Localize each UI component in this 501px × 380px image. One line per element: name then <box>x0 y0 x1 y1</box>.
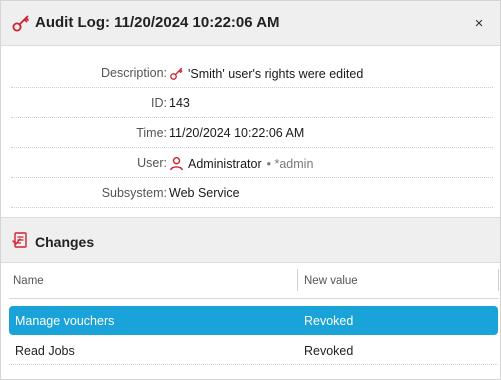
cell-new-value: Revoked <box>304 344 354 358</box>
detail-row-time: Time: 11/20/2024 10:22:06 AM <box>11 118 493 148</box>
user-login: • *admin <box>266 156 314 171</box>
changes-document-icon <box>12 232 27 248</box>
detail-row-user: User: Administrator • *admin <box>11 148 493 178</box>
detail-label: Description: <box>101 66 167 80</box>
detail-row-id: ID: 143 <box>11 88 493 118</box>
detail-value: 143 <box>169 96 190 110</box>
detail-label: User: <box>137 156 167 170</box>
user-icon <box>170 156 183 171</box>
detail-value: Administrator • *admin <box>169 156 313 171</box>
changes-title: Changes <box>35 234 95 250</box>
key-icon <box>12 15 29 32</box>
close-icon: × <box>474 14 484 32</box>
detail-row-description: Description: 'Smith' user's rights were … <box>11 58 493 88</box>
title-bar: Audit Log: 11/20/2024 10:22:06 AM × <box>1 1 500 46</box>
changes-section-header: Changes <box>1 217 500 263</box>
cell-name: Read Jobs <box>15 344 75 358</box>
table-row[interactable]: Read Jobs Revoked <box>9 336 498 365</box>
column-header-new-value[interactable]: New value <box>304 275 358 287</box>
grid-header: Name New value <box>9 263 499 299</box>
detail-label: ID: <box>151 96 167 110</box>
cell-name: Manage vouchers <box>15 314 115 328</box>
column-resize-handle[interactable] <box>498 269 499 291</box>
table-row[interactable]: Manage vouchers Revoked <box>9 306 498 335</box>
key-icon <box>170 67 183 80</box>
audit-log-window: Audit Log: 11/20/2024 10:22:06 AM × Desc… <box>0 0 501 380</box>
detail-value: 11/20/2024 10:22:06 AM <box>169 126 305 140</box>
column-resize-handle[interactable] <box>297 269 298 291</box>
column-header-name[interactable]: Name <box>13 275 44 287</box>
detail-value: 'Smith' user's rights were edited <box>169 66 363 81</box>
description-text: 'Smith' user's rights were edited <box>188 66 364 81</box>
window-title: Audit Log: 11/20/2024 10:22:06 AM <box>35 14 280 31</box>
cell-new-value: Revoked <box>304 314 354 328</box>
detail-label: Subsystem: <box>101 186 167 200</box>
detail-value: Web Service <box>169 186 240 200</box>
detail-row-subsystem: Subsystem: Web Service <box>11 178 493 208</box>
close-button[interactable]: × <box>468 12 490 34</box>
detail-label: Time: <box>136 126 167 140</box>
user-name: Administrator <box>188 156 262 171</box>
